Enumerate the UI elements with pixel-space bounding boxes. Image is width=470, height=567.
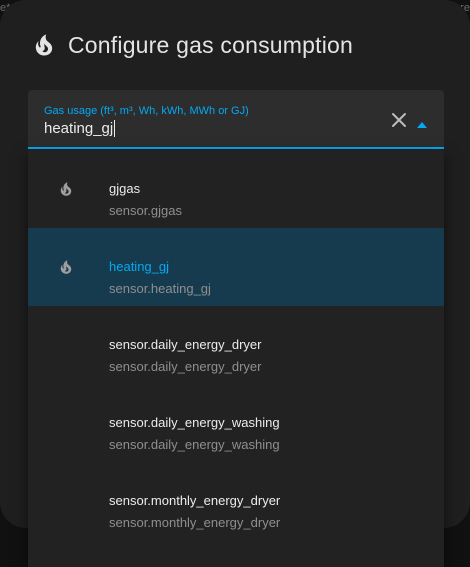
list-item[interactable]: sensor.monthly_energy_dryer sensor.month… — [28, 462, 444, 540]
fire-icon — [57, 179, 75, 199]
option-secondary-text: sensor.daily_energy_dryer — [109, 359, 262, 374]
list-item-selected[interactable]: heating_gj sensor.heating_gj — [28, 228, 444, 306]
fire-icon — [30, 31, 58, 59]
option-primary-text: sensor.daily_energy_washing — [109, 415, 280, 430]
option-primary-text: heating_gj — [109, 259, 169, 274]
entity-listbox[interactable]: gjgas sensor.gjgas heating_gj sensor.hea… — [28, 150, 444, 567]
option-secondary-text: sensor.heating_gj — [109, 281, 211, 296]
dialog-title: Configure gas consumption — [68, 31, 353, 58]
option-primary-text: sensor.daily_energy_dryer — [109, 337, 262, 352]
dialog-header: Configure gas consumption — [30, 28, 353, 62]
gas-usage-input[interactable]: heating_gj — [44, 120, 116, 137]
option-secondary-text: sensor.monthly_energy_dryer — [109, 515, 281, 530]
list-item[interactable]: sensor.daily_energy_washing sensor.daily… — [28, 384, 444, 462]
arrow-up-icon[interactable] — [416, 116, 428, 128]
text-cursor — [114, 120, 116, 137]
list-item[interactable]: gjgas sensor.gjgas — [28, 150, 444, 228]
gas-usage-label: Gas usage (ft³, m³, Wh, kWh, MWh or GJ) — [44, 105, 249, 117]
gas-usage-combobox[interactable]: Gas usage (ft³, m³, Wh, kWh, MWh or GJ) … — [28, 90, 444, 149]
gas-usage-input-value: heating_gj — [44, 120, 114, 137]
fire-icon — [57, 257, 75, 277]
option-secondary-text: sensor.gjgas — [109, 203, 182, 218]
list-item[interactable]: sensor.daily_energy_dryer sensor.daily_e… — [28, 306, 444, 384]
option-primary-text: gjgas — [109, 181, 141, 196]
close-icon[interactable] — [390, 111, 408, 129]
option-primary-text: sensor.monthly_energy_dryer — [109, 493, 281, 508]
option-secondary-text: sensor.daily_energy_washing — [109, 437, 280, 452]
